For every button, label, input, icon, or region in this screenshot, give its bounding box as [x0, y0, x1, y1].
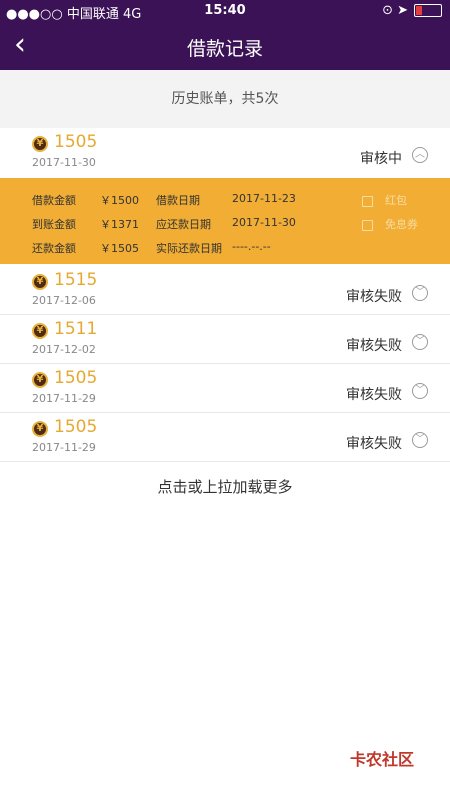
repay-amount-value: ￥1505: [100, 242, 139, 255]
chevron-down-icon[interactable]: ﹀: [412, 432, 428, 448]
arrival-amount-label: 到账金额: [32, 218, 76, 231]
actual-repay-value: ----.--.--: [232, 240, 271, 253]
borrow-amount-value: ￥1500: [100, 194, 139, 207]
red-packet-option[interactable]: 红包: [362, 192, 407, 208]
actual-repay-label: 实际还款日期: [156, 242, 222, 255]
nav-bar: ‹ 借款记录: [0, 22, 450, 70]
status-icons: ⊙ ➤: [382, 3, 442, 18]
loan-row[interactable]: ¥ 1505 2017-11-29 审核失败 ﹀: [0, 413, 450, 462]
chevron-down-icon[interactable]: ﹀: [412, 383, 428, 399]
loan-date: 2017-11-29: [32, 441, 96, 454]
chevron-up-icon[interactable]: ︿: [412, 147, 428, 163]
loan-amount: 1505: [54, 417, 98, 437]
loan-amount: 1505: [54, 368, 98, 388]
loan-amount: 1515: [54, 270, 98, 290]
coin-icon: ¥: [32, 421, 48, 437]
loan-date: 2017-12-06: [32, 294, 96, 307]
loan-detail-panel: 借款金额 ￥1500 借款日期 2017-11-23 红包 到账金额 ￥1371…: [0, 178, 450, 264]
page-title: 借款记录: [186, 38, 263, 60]
watermark-logo: 卡农社区: [350, 750, 415, 769]
loan-row[interactable]: ¥ 1511 2017-12-02 审核失败 ﹀: [0, 315, 450, 364]
loan-status: 审核失败: [346, 338, 402, 354]
borrow-date-value: 2017-11-23: [232, 192, 296, 205]
load-more-button[interactable]: 点击或上拉加载更多: [0, 476, 450, 497]
loan-date: 2017-12-02: [32, 343, 96, 356]
due-date-value: 2017-11-30: [232, 216, 296, 229]
loan-status: 审核失败: [346, 436, 402, 452]
loan-status: 审核失败: [346, 387, 402, 403]
borrow-date-label: 借款日期: [156, 194, 200, 207]
loan-row[interactable]: ¥ 1505 2017-11-30 审核中 ︿: [0, 128, 450, 179]
loan-row[interactable]: ¥ 1505 2017-11-29 审核失败 ﹀: [0, 364, 450, 413]
loan-date: 2017-11-30: [32, 156, 96, 169]
coupon-option[interactable]: 免息券: [362, 216, 418, 232]
loan-row[interactable]: ¥ 1515 2017-12-06 审核失败 ﹀: [0, 266, 450, 315]
coin-icon: ¥: [32, 372, 48, 388]
loan-amount: 1505: [54, 132, 98, 152]
status-bar: ●●●○○ 中国联通 4G 15:40 ⊙ ➤: [0, 0, 450, 22]
coin-icon: ¥: [32, 323, 48, 339]
history-summary: 历史账单，共5次: [0, 70, 450, 128]
location-icon: ⊙ ➤: [382, 3, 408, 18]
checkbox-icon: [362, 195, 373, 207]
arrival-amount-value: ￥1371: [100, 218, 139, 231]
chevron-down-icon[interactable]: ﹀: [412, 285, 428, 301]
borrow-amount-label: 借款金额: [32, 194, 76, 207]
battery-icon: [414, 4, 442, 17]
loan-status: 审核失败: [346, 289, 402, 305]
coupon-label: 免息券: [385, 218, 418, 231]
checkbox-icon: [362, 219, 373, 231]
chevron-down-icon[interactable]: ﹀: [412, 334, 428, 350]
loan-date: 2017-11-29: [32, 392, 96, 405]
coin-icon: ¥: [32, 136, 48, 152]
due-date-label: 应还款日期: [156, 218, 211, 231]
loan-status: 审核中: [360, 151, 402, 167]
loan-amount: 1511: [54, 319, 98, 339]
repay-amount-label: 还款金额: [32, 242, 76, 255]
coin-icon: ¥: [32, 274, 48, 290]
red-packet-label: 红包: [385, 194, 407, 207]
